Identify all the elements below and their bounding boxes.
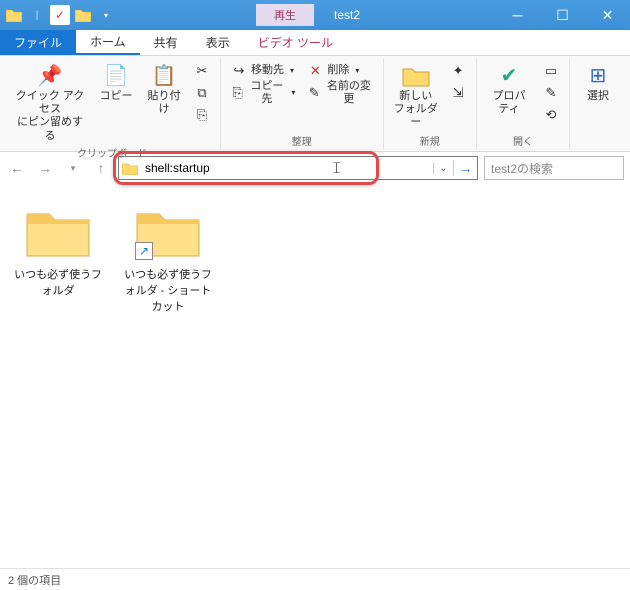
group-label-new: 新規 — [390, 133, 471, 147]
address-field-wrap: 𝙸 ⌄ → — [118, 156, 478, 180]
rename-label: 名前の変更 — [325, 80, 372, 106]
address-bar: ← → ▾ ↑ 𝙸 ⌄ → test2の検索 — [0, 152, 630, 184]
title-bar: | ✓ ▾ 再生 test2 ─ ☐ ✕ — [0, 0, 630, 30]
cut-button[interactable]: ✂ — [190, 60, 214, 82]
select-button[interactable]: ⊞ 選択 — [576, 60, 620, 105]
pin-icon: 📌 — [36, 62, 64, 90]
ribbon-group-organize: ↪ 移動先 ▾ ⎘コピー先 ▾ ✕ 削除 ▾ ✎名前の変更 整理 — [221, 58, 384, 149]
ribbon-group-open: ✔ プロパティ ▭ ✎ ⟲ 開く — [477, 58, 570, 149]
search-placeholder: test2の検索 — [491, 160, 553, 177]
ribbon-group-select: ⊞ 選択 — [570, 58, 626, 149]
rename-icon: ✎ — [307, 85, 321, 101]
easy-access-icon: ⇲ — [450, 85, 466, 101]
item-label: いつも必ず使うフォルダ - ショートカット — [122, 266, 214, 314]
folder-icon — [402, 62, 430, 90]
delete-button[interactable]: ✕ 削除 ▾ — [303, 60, 376, 82]
properties-label: プロパティ — [487, 90, 531, 116]
chevron-down-icon: ▾ — [355, 66, 359, 76]
check-icon: ✔ — [495, 62, 523, 90]
new-folder-button[interactable]: 新しい フォルダー — [390, 60, 443, 132]
list-item[interactable]: いつも必ず使うフォルダ — [12, 204, 104, 298]
copy-path-icon: ⧉ — [194, 85, 210, 101]
quick-access-toolbar: | ✓ ▾ — [0, 5, 116, 25]
copy-label: コピー — [99, 90, 132, 103]
maximize-button[interactable]: ☐ — [540, 0, 585, 30]
folder-thumb — [25, 204, 91, 260]
open-icon: ▭ — [543, 63, 559, 79]
edit-button[interactable]: ✎ — [539, 82, 563, 104]
select-label: 選択 — [587, 90, 609, 103]
qat-dropdown-icon[interactable]: ▾ — [96, 5, 116, 25]
tab-file[interactable]: ファイル — [0, 30, 76, 55]
open-button[interactable]: ▭ — [539, 60, 563, 82]
go-button[interactable]: → — [453, 160, 477, 176]
delete-label: 削除 — [327, 64, 349, 77]
forward-button[interactable]: → — [34, 157, 56, 179]
address-folder-icon — [119, 162, 141, 175]
copy-to-button[interactable]: ⎘コピー先 ▾ — [227, 82, 299, 104]
ribbon-group-new: 新しい フォルダー ✦ ⇲ 新規 — [384, 58, 478, 149]
edit-icon: ✎ — [543, 85, 559, 101]
item-label: いつも必ず使うフォルダ — [12, 266, 104, 298]
explorer-icon — [4, 5, 24, 25]
chevron-down-icon: ▾ — [291, 88, 295, 98]
tab-share[interactable]: 共有 — [140, 30, 192, 55]
window-title: test2 — [334, 8, 495, 22]
delete-icon: ✕ — [307, 63, 323, 79]
chevron-down-icon: ▾ — [290, 66, 294, 76]
file-list[interactable]: いつも必ず使うフォルダ ↗ いつも必ず使うフォルダ - ショートカット — [0, 184, 630, 554]
copy-to-label: コピー先 — [248, 80, 285, 106]
tab-home[interactable]: ホーム — [76, 30, 140, 55]
paste-shortcut-button[interactable]: ⎘ — [190, 104, 214, 126]
history-icon: ⟲ — [543, 107, 559, 123]
contextual-tab-label: 再生 — [256, 4, 314, 26]
rename-button[interactable]: ✎名前の変更 — [303, 82, 376, 104]
paste-icon: 📋 — [150, 62, 178, 90]
ribbon-tabs: ファイル ホーム 共有 表示 ビデオ ツール — [0, 30, 630, 56]
status-bar: 2 個の項目 — [0, 568, 630, 590]
list-item[interactable]: ↗ いつも必ず使うフォルダ - ショートカット — [122, 204, 214, 314]
move-to-button[interactable]: ↪ 移動先 ▾ — [227, 60, 299, 82]
move-to-icon: ↪ — [231, 63, 247, 79]
qat-properties-icon[interactable]: ✓ — [50, 5, 70, 25]
qat-new-folder-icon[interactable] — [73, 5, 93, 25]
ribbon: 📌 クイック アクセス にピン留めする 📄 コピー 📋 貼り付け ✂ ⧉ ⎘ ク… — [0, 56, 630, 152]
select-icon: ⊞ — [584, 62, 612, 90]
group-label-organize: 整理 — [227, 133, 377, 147]
easy-access-button[interactable]: ⇲ — [446, 82, 470, 104]
move-to-label: 移動先 — [251, 64, 284, 77]
new-item-button[interactable]: ✦ — [446, 60, 470, 82]
ribbon-group-clipboard: 📌 クイック アクセス にピン留めする 📄 コピー 📋 貼り付け ✂ ⧉ ⎘ ク… — [4, 58, 221, 149]
address-input[interactable] — [141, 159, 433, 177]
qat-separator: | — [27, 5, 47, 25]
minimize-button[interactable]: ─ — [495, 0, 540, 30]
group-label-open: 開く — [483, 133, 563, 147]
paste-label: 貼り付け — [146, 90, 182, 116]
cut-icon: ✂ — [194, 63, 210, 79]
copy-button[interactable]: 📄 コピー — [94, 60, 138, 105]
group-label-select — [576, 133, 620, 147]
pin-quick-access-button[interactable]: 📌 クイック アクセス にピン留めする — [10, 60, 90, 145]
address-history-dropdown[interactable]: ⌄ — [433, 163, 453, 174]
paste-shortcut-icon: ⎘ — [194, 107, 210, 123]
shortcut-arrow-icon: ↗ — [135, 242, 153, 260]
back-button[interactable]: ← — [6, 157, 28, 179]
search-input[interactable]: test2の検索 — [484, 156, 624, 180]
copy-icon: 📄 — [102, 62, 130, 90]
folder-thumb: ↗ — [135, 204, 201, 260]
recent-dropdown[interactable]: ▾ — [62, 157, 84, 179]
close-button[interactable]: ✕ — [585, 0, 630, 30]
copy-path-button[interactable]: ⧉ — [190, 82, 214, 104]
up-button[interactable]: ↑ — [90, 157, 112, 179]
tab-video-tools[interactable]: ビデオ ツール — [244, 30, 347, 55]
copy-to-icon: ⎘ — [231, 85, 244, 101]
tab-view[interactable]: 表示 — [192, 30, 244, 55]
new-item-icon: ✦ — [450, 63, 466, 79]
new-folder-label: 新しい フォルダー — [394, 90, 439, 130]
history-button[interactable]: ⟲ — [539, 104, 563, 126]
paste-button[interactable]: 📋 貼り付け — [142, 60, 186, 118]
properties-button[interactable]: ✔ プロパティ — [483, 60, 535, 118]
status-text: 2 個の項目 — [8, 572, 61, 588]
pin-label: クイック アクセス にピン留めする — [14, 90, 86, 143]
